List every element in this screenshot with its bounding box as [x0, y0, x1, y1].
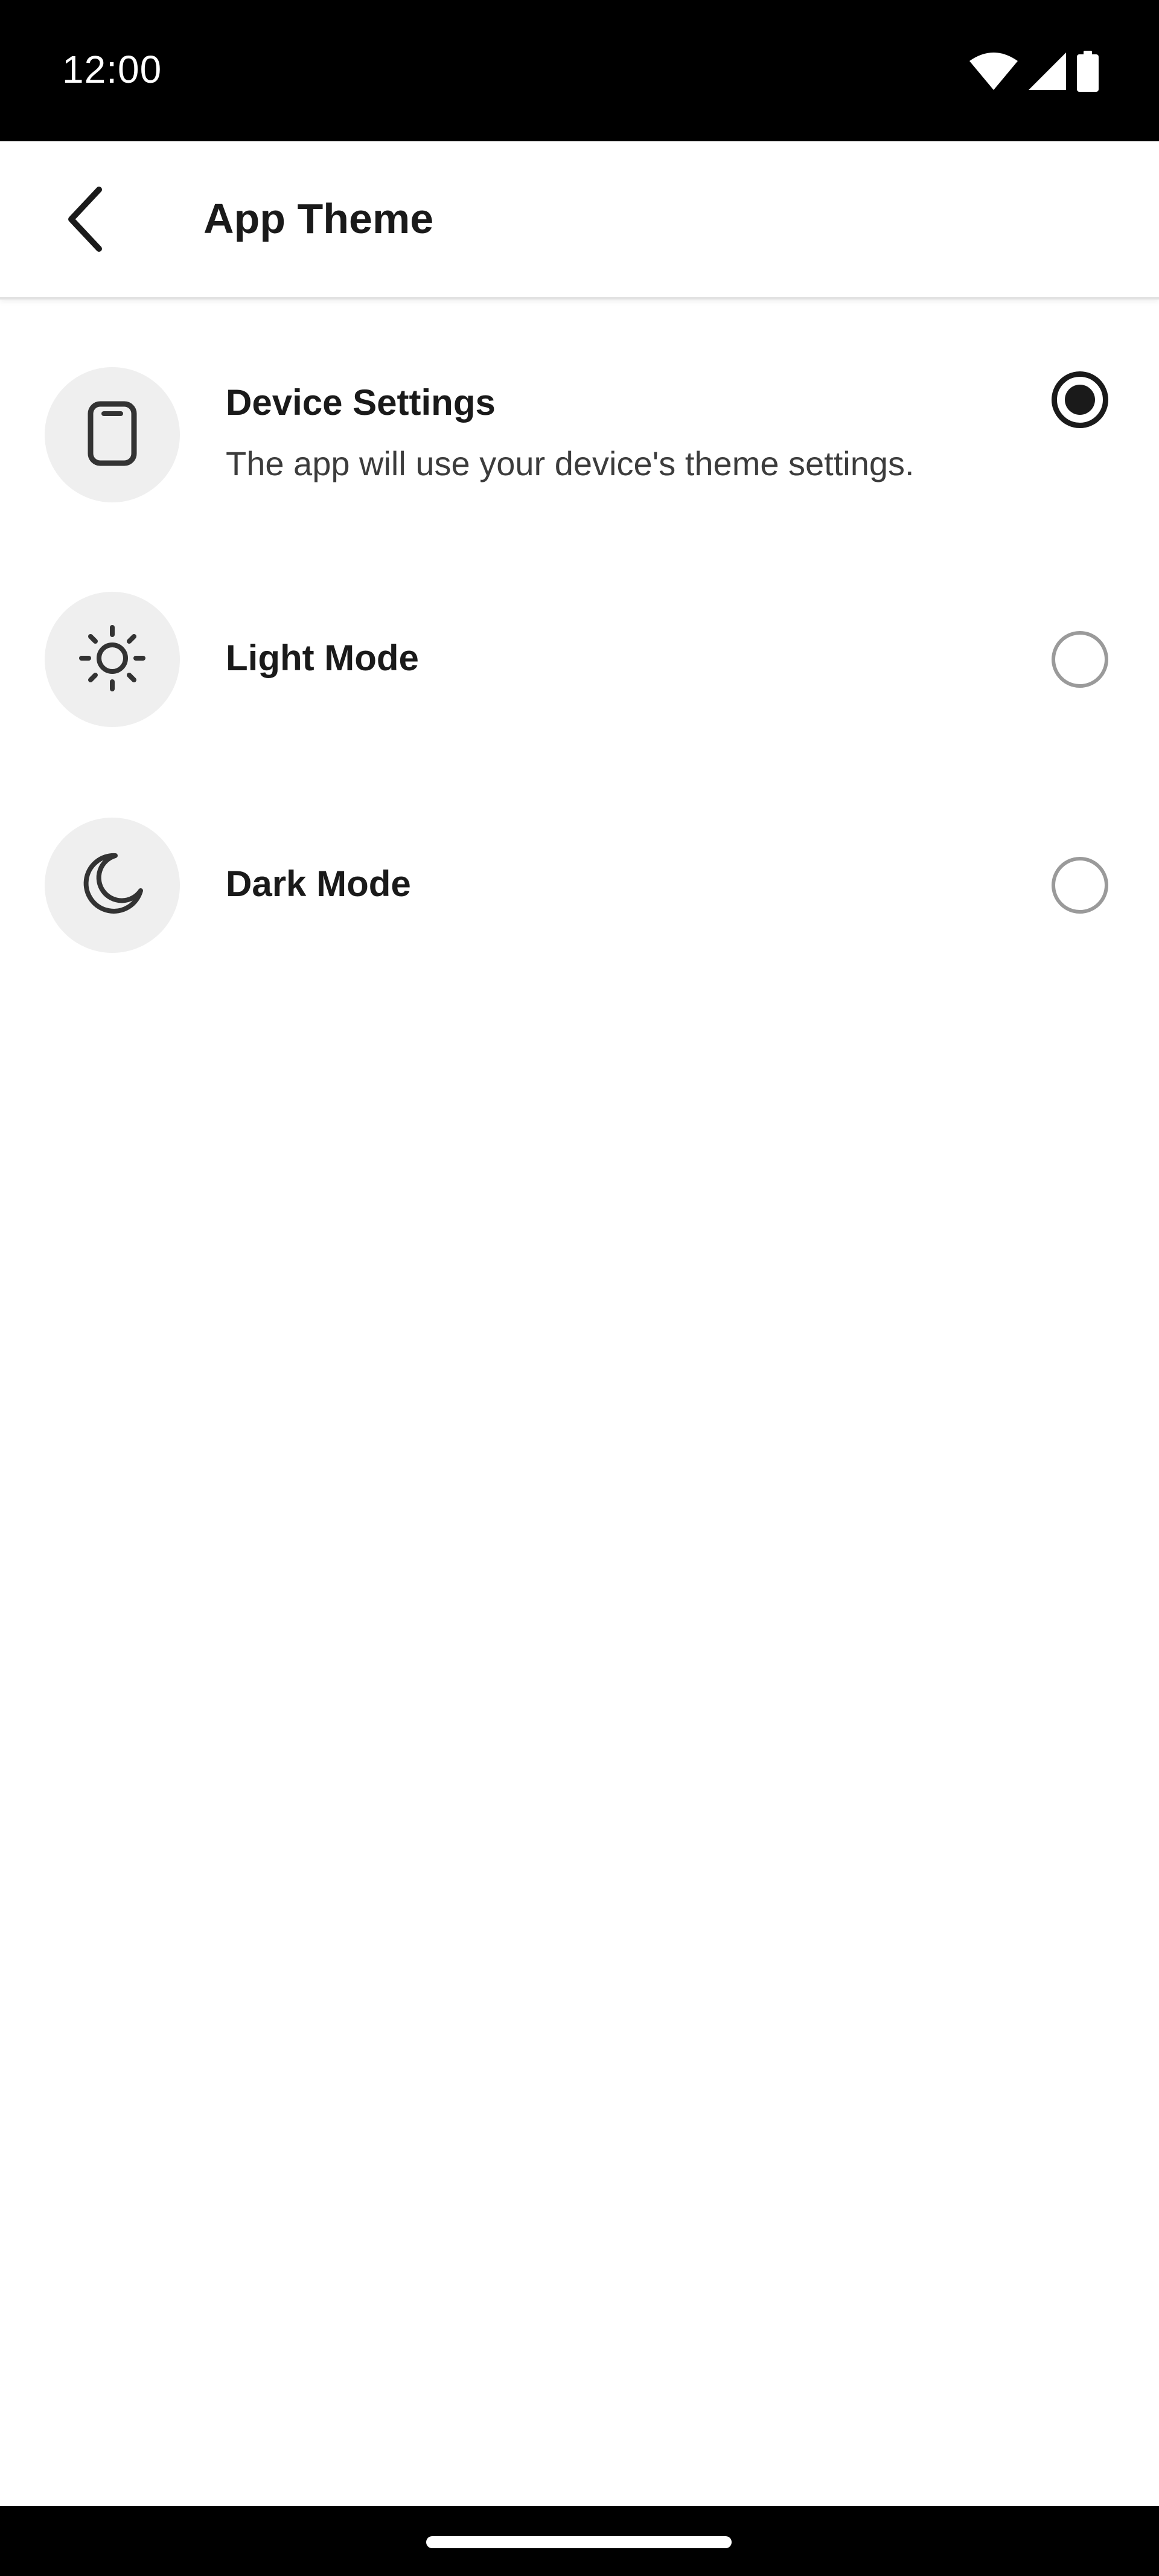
option-icon-container: [45, 592, 180, 727]
status-bar: 12:00: [0, 0, 1159, 141]
navigation-bar: [0, 2506, 1159, 2576]
option-description: The app will use your device's theme set…: [226, 444, 915, 482]
moon-icon: [79, 851, 145, 920]
battery-icon: [1077, 51, 1099, 95]
app-bar: App Theme: [0, 141, 1159, 300]
option-title: Light Mode: [226, 638, 419, 678]
option-device-settings[interactable]: Device Settings The app will use your de…: [0, 344, 1159, 525]
signal-icon: [1029, 53, 1066, 93]
option-light-mode[interactable]: Light Mode: [0, 569, 1159, 750]
back-arrow-icon: [64, 186, 106, 255]
option-title: Dark Mode: [226, 863, 411, 904]
sun-icon: [79, 624, 145, 694]
status-icons: [969, 51, 1099, 95]
home-handle[interactable]: [426, 2536, 732, 2548]
radio-dark-mode[interactable]: [1052, 857, 1108, 914]
option-icon-container: [45, 367, 180, 502]
status-time: 12:00: [62, 48, 162, 91]
radio-light-mode[interactable]: [1052, 631, 1108, 688]
option-dark-mode[interactable]: Dark Mode: [0, 795, 1159, 976]
back-button[interactable]: [48, 184, 122, 257]
page-title: App Theme: [203, 195, 434, 242]
wifi-icon: [969, 53, 1018, 93]
phone-icon: [87, 400, 138, 470]
option-icon-container: [45, 818, 180, 953]
radio-device-settings[interactable]: [1052, 371, 1108, 428]
option-title: Device Settings: [226, 382, 496, 423]
